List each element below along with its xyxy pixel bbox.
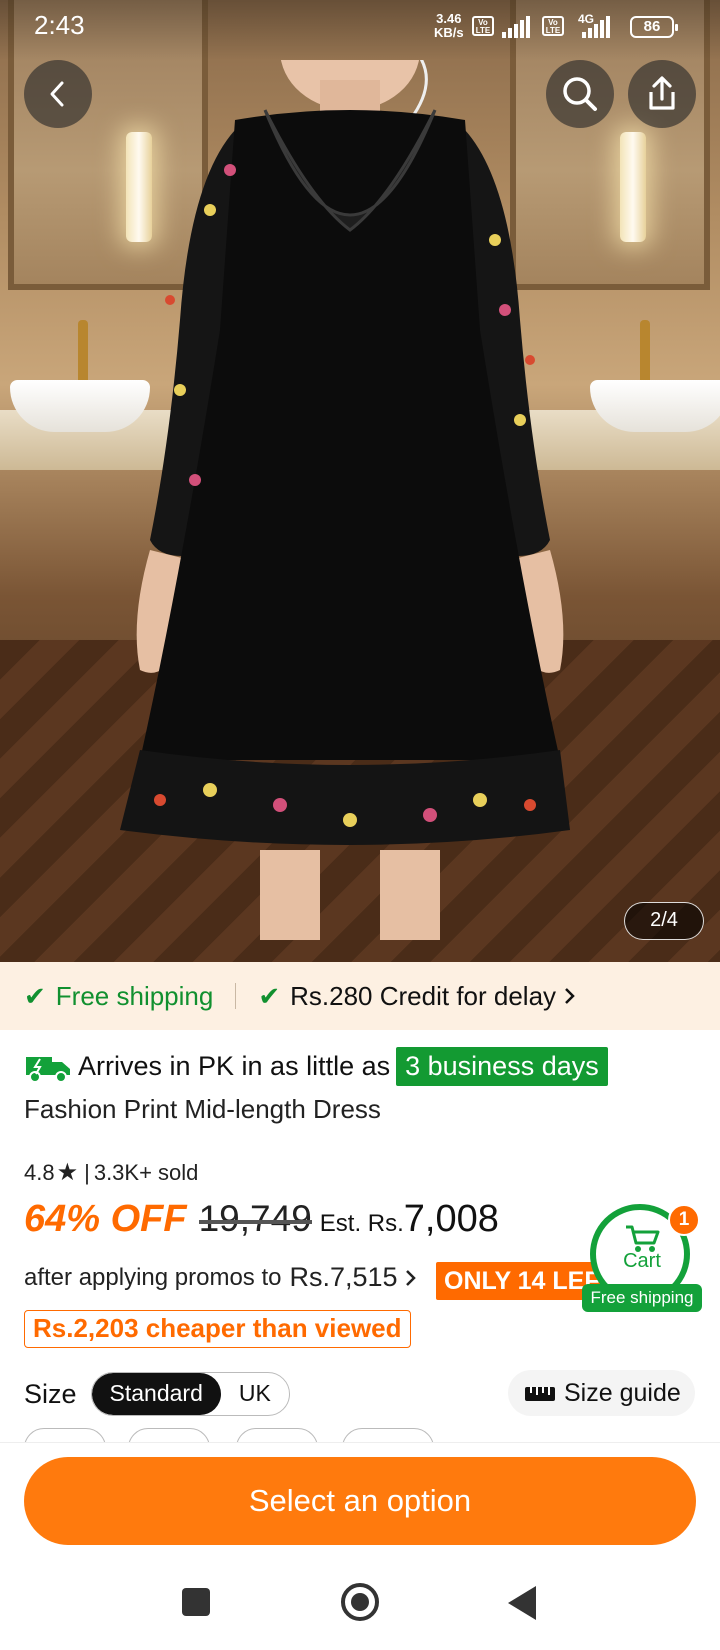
delivery-estimate: Arrives in PK in as little as 3 business…: [24, 1047, 608, 1086]
search-button[interactable]: [546, 60, 614, 128]
sold-count: 3.3K+ sold: [93, 1159, 199, 1185]
discount-percent: 64% OFF: [24, 1198, 187, 1240]
share-icon: [649, 76, 675, 110]
rating-summary[interactable]: 4.8 ★ | 3.3K+ sold: [24, 1158, 198, 1187]
back-nav-icon[interactable]: [508, 1586, 536, 1620]
size-standard-standard[interactable]: Standard: [91, 1373, 221, 1415]
promo-price-row[interactable]: after applying promos to Rs.7,515: [24, 1262, 418, 1293]
chevron-right-icon: [565, 988, 575, 1004]
price-row: 64% OFF 19,749 Est. Rs. 7,008: [24, 1198, 499, 1241]
divider: [235, 983, 237, 1009]
size-option-chip[interactable]: [236, 1428, 318, 1442]
size-option-chip[interactable]: [128, 1428, 210, 1442]
cart-free-shipping-tag: Free shipping: [582, 1284, 702, 1312]
recent-apps-icon[interactable]: [182, 1588, 210, 1616]
cart-button[interactable]: Cart 1 Free shipping: [582, 1204, 702, 1312]
size-standard-toggle: Standard UK: [90, 1372, 290, 1416]
back-arrow-icon: [50, 81, 64, 107]
signal-icon: [502, 16, 530, 38]
fast-delivery-truck-icon: [26, 1056, 70, 1083]
bottom-action-bar: Select an option: [0, 1442, 720, 1560]
battery-icon: 86: [630, 16, 678, 38]
network-speed: 3.46 KB/s: [434, 11, 464, 40]
back-button[interactable]: [24, 60, 92, 128]
size-options-partial: [24, 1428, 720, 1442]
volte-icon: Vo LTE: [472, 16, 494, 36]
home-icon[interactable]: [341, 1583, 379, 1621]
chevron-right-icon: [405, 1269, 416, 1286]
estimated-price-label: Est. Rs.: [319, 1210, 404, 1237]
size-label: Size: [24, 1378, 77, 1409]
star-icon: ★: [56, 1159, 79, 1186]
signal-icon: [582, 16, 610, 38]
ruler-icon: [525, 1387, 555, 1401]
product-title: Fashion Print Mid-length Dress: [24, 1094, 381, 1124]
check-icon: ✔: [24, 980, 46, 1011]
size-option-chip[interactable]: [24, 1428, 106, 1442]
size-standard-uk[interactable]: UK: [221, 1373, 289, 1415]
volte-icon: Vo LTE: [542, 16, 564, 36]
size-option-chip[interactable]: [342, 1428, 434, 1442]
size-selector: Size Standard UK Size guide: [24, 1370, 700, 1416]
price-drop-badge: Rs.2,203 cheaper than viewed: [24, 1310, 411, 1348]
select-option-button[interactable]: Select an option: [24, 1457, 696, 1545]
cart-count-badge: 1: [668, 1204, 700, 1236]
delivery-days-badge: 3 business days: [396, 1047, 608, 1086]
status-time: 2:43: [34, 10, 85, 40]
dress-photo: [120, 60, 570, 940]
check-icon: ✔: [258, 980, 281, 1011]
status-bar: 2:43 3.46 KB/s Vo LTE Vo LTE 4G 86: [0, 0, 720, 54]
promo-price: Rs.7,515: [289, 1262, 398, 1292]
share-button[interactable]: [628, 60, 696, 128]
size-guide-button[interactable]: Size guide: [508, 1370, 695, 1416]
system-navigation-bar: [0, 1560, 720, 1650]
shipping-benefits-strip[interactable]: ✔ Free shipping ✔ Rs.280 Credit for dela…: [0, 962, 720, 1030]
image-counter: 2/4: [624, 902, 704, 940]
free-shipping-benefit: ✔ Free shipping: [24, 980, 214, 1011]
search-icon: [563, 77, 597, 111]
cart-label: Cart: [623, 1250, 661, 1272]
original-price: 19,749: [198, 1198, 312, 1239]
estimated-price: 7,008: [403, 1198, 499, 1240]
rating-value: 4.8: [24, 1159, 55, 1185]
product-image-gallery[interactable]: 2:43 3.46 KB/s Vo LTE Vo LTE 4G 86 2/4: [0, 0, 720, 962]
delay-credit-benefit[interactable]: ✔ Rs.280 Credit for delay: [258, 981, 578, 1012]
